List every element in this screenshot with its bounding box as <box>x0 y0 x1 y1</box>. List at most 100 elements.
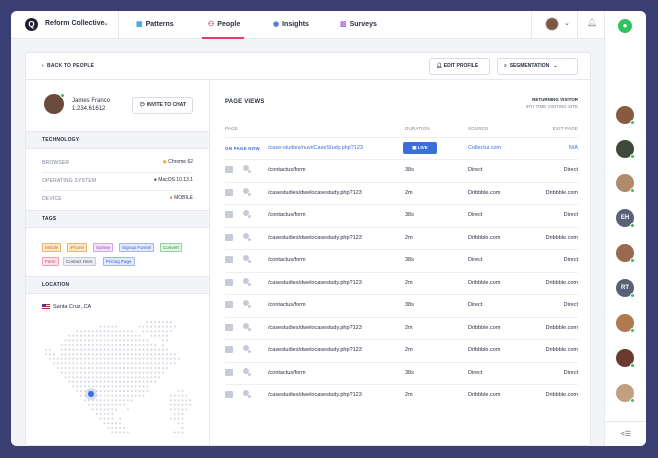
rail-avatar[interactable] <box>616 349 635 368</box>
map-dot <box>123 353 125 356</box>
screen-recording-icon[interactable] <box>225 188 233 196</box>
screen-recording-icon[interactable] <box>225 256 233 263</box>
map-dot <box>76 330 79 333</box>
tag-chip[interactable]: Convert <box>160 243 182 252</box>
nav-surveys[interactable]: ▥ Surveys <box>340 20 377 28</box>
source: Direct <box>468 212 483 218</box>
chevron-down-icon[interactable]: ⌄ <box>103 19 109 27</box>
page-views-title: PAGE VIEWS <box>225 99 265 105</box>
map-dot <box>130 344 133 346</box>
nav-people[interactable]: ⚇ People <box>208 20 240 28</box>
page-view-row[interactable]: /contactus/form 38s Direct Direct <box>225 361 578 384</box>
page-view-row[interactable]: /casestudies/dwelocasestudy.php?123 2m Dri… <box>225 384 578 406</box>
rail-avatar[interactable]: EH <box>616 209 635 228</box>
rail-avatar[interactable] <box>616 106 635 125</box>
divider <box>577 11 578 39</box>
segmentation-dropdown[interactable]: ≡ SEGMENTATION ⌄ <box>497 58 578 75</box>
tag-chip[interactable]: Survey <box>93 243 114 252</box>
map-dot <box>64 339 67 342</box>
page-view-row[interactable]: /casestudies/dwelocasestudy.php?123 2m Dri… <box>225 271 578 294</box>
user-journey-icon-dot <box>248 282 251 286</box>
back-to-people-link[interactable]: ‹ BACK TO PEOPLE <box>42 63 94 69</box>
nav-insights[interactable]: ◉ Insights <box>273 20 309 28</box>
page-link[interactable]: /case-studies/nuvi/CaseStudy.php?123 <box>268 145 363 151</box>
screen-recording-icon[interactable] <box>225 323 233 331</box>
map-dot <box>154 353 157 356</box>
page-view-row[interactable]: /contactus/form 38s Direct Direct <box>225 294 578 316</box>
page-view-row[interactable]: /casestudies/dwelocasestudy.php?123 2m Dri… <box>225 316 578 339</box>
map-dot <box>169 394 172 397</box>
bell-icon[interactable]: 🔔︎ <box>587 18 597 27</box>
top-navbar: Q Reform Collective ⌄ ▦ Patterns ⚇ People … <box>11 11 604 39</box>
edit-profile-button[interactable]: 👤︎ EDIT PROFILE <box>429 58 490 75</box>
nav-patterns[interactable]: ▦ Patterns <box>136 20 174 28</box>
map-dot <box>103 362 106 365</box>
rail-avatar[interactable]: RT <box>616 279 635 298</box>
duration: 2m <box>405 189 413 196</box>
rail-avatar[interactable] <box>616 174 635 193</box>
map-dot <box>119 403 122 406</box>
map-dot <box>103 417 106 420</box>
tag-chip[interactable]: Contact Here <box>63 257 96 266</box>
duration: 2m <box>405 234 413 241</box>
screen-recording-icon[interactable] <box>225 346 233 353</box>
map-dot <box>142 339 145 342</box>
tag-chip[interactable]: Signup Funnel <box>119 243 155 252</box>
rail-avatar[interactable] <box>616 140 635 159</box>
map-dot <box>119 371 122 374</box>
screen-recording-icon[interactable] <box>225 166 233 173</box>
map-dot <box>154 348 157 351</box>
brand-logo-icon[interactable]: Q <box>25 18 38 31</box>
chevron-down-icon[interactable]: ⌄ <box>564 19 570 27</box>
screen-recording-icon[interactable] <box>225 233 233 241</box>
tech-value-browser: ◉ Chrome 62 <box>163 159 194 165</box>
screen-recording-icon[interactable] <box>225 211 233 218</box>
page-view-row[interactable]: /contactus/form 38s Direct Direct <box>225 249 578 271</box>
source: Dribbble.com <box>468 324 501 331</box>
page-view-row[interactable]: /casestudies/dwelocasestudy.php?123 2m Dri… <box>225 181 578 204</box>
tag-chip[interactable]: Form <box>42 257 59 266</box>
map-dot <box>169 357 172 360</box>
map-dot <box>111 426 114 429</box>
tag-chip[interactable]: Pricing Page <box>103 257 135 266</box>
tag-chip[interactable]: Mobile <box>42 243 62 252</box>
current-user-avatar[interactable] <box>545 17 559 31</box>
page-view-row[interactable]: /casestudies/dwelocasestudy.php?123 2m Dri… <box>225 339 578 361</box>
map-dot <box>154 367 157 369</box>
page-view-row[interactable]: /contactus/form 38s Direct Direct <box>225 204 578 226</box>
screen-recording-icon[interactable] <box>225 368 233 376</box>
rail-avatar[interactable] <box>616 244 635 263</box>
map-dot <box>123 380 125 383</box>
collapse-rail-button[interactable]: <☰ <box>605 421 646 446</box>
profile-phone: 1.234.61612 <box>72 106 106 112</box>
workspace-name[interactable]: Reform Collective <box>45 20 105 27</box>
screen-recording-icon[interactable] <box>225 391 233 398</box>
tag-chip[interactable]: iPhone <box>67 243 88 252</box>
chat-icon[interactable]: ● <box>618 19 632 33</box>
map-dot <box>103 403 106 406</box>
screen-recording-icon[interactable] <box>225 278 233 286</box>
map-dot <box>146 362 149 365</box>
map-dot <box>181 408 184 411</box>
map-dot <box>99 357 102 360</box>
map-dot <box>91 362 94 365</box>
source-link[interactable]: Collectui.com <box>468 145 501 151</box>
map-dot <box>95 339 98 342</box>
map-dot <box>95 403 98 406</box>
avatar-initials: RT <box>621 285 629 291</box>
map-dot <box>99 362 102 365</box>
invite-to-chat-button[interactable]: 💬︎ INVITE TO CHAT <box>132 97 193 114</box>
map-dot <box>165 362 168 365</box>
map-dot <box>123 348 125 351</box>
map-dot <box>150 380 153 383</box>
user-journey-icon-dot <box>248 192 251 196</box>
map-dot <box>80 353 83 356</box>
page-view-row[interactable]: /casestudies/dwelocasestudy.php?123 2m Dri… <box>225 226 578 249</box>
map-dot <box>107 422 110 425</box>
rail-avatar[interactable] <box>616 384 635 403</box>
map-dot <box>158 353 161 356</box>
screen-recording-icon[interactable] <box>225 301 233 308</box>
location-map[interactable] <box>42 318 197 438</box>
page-view-row[interactable]: /contactus/form 38s Direct Direct <box>225 159 578 181</box>
rail-avatar[interactable] <box>616 314 635 333</box>
